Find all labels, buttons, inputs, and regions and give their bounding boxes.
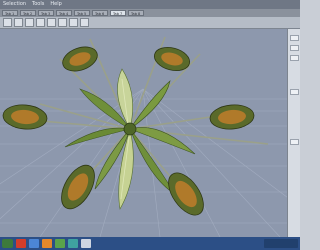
tool-button-7[interactable]: [69, 18, 78, 27]
app-icon-2[interactable]: [68, 239, 78, 248]
tool-button-3[interactable]: [25, 18, 34, 27]
tab-3[interactable]: Tab 3: [38, 10, 54, 16]
scene-svg: [0, 29, 287, 237]
panel-item-4[interactable]: [290, 89, 299, 95]
tab-1[interactable]: Tab 1: [2, 10, 18, 16]
tool-button-2[interactable]: [14, 18, 23, 27]
folder-icon[interactable]: [29, 239, 39, 248]
tab-7[interactable]: Tab 7: [110, 10, 126, 16]
tab-2[interactable]: Tab 2: [20, 10, 36, 16]
tool-button-5[interactable]: [47, 18, 56, 27]
browser-icon[interactable]: [16, 239, 26, 248]
menu-help[interactable]: Help: [50, 0, 61, 9]
plant-center: [123, 122, 137, 136]
tool-button-1[interactable]: [3, 18, 12, 27]
app-icon[interactable]: [55, 239, 65, 248]
menu-tools[interactable]: Tools: [32, 0, 44, 9]
right-panel: [287, 29, 300, 237]
menu-bar: Selection Tools Help: [0, 0, 300, 9]
toolbar: [0, 17, 300, 29]
system-tray: [264, 239, 298, 248]
tab-8[interactable]: Tab 8: [128, 10, 144, 16]
app-icon-3[interactable]: [81, 239, 91, 248]
tool-button-6[interactable]: [58, 18, 67, 27]
panel-item-1[interactable]: [290, 35, 299, 41]
tab-strip: Tab 1 Tab 2 Tab 3 Tab 4 Tab 5 Tab 6 Tab …: [0, 9, 300, 17]
3d-viewport[interactable]: [0, 29, 287, 237]
tab-5[interactable]: Tab 5: [74, 10, 90, 16]
tab-6[interactable]: Tab 6: [92, 10, 108, 16]
tool-button-4[interactable]: [36, 18, 45, 27]
panel-item-2[interactable]: [290, 45, 299, 51]
start-button-icon[interactable]: [2, 239, 13, 248]
menu-selection[interactable]: Selection: [3, 0, 26, 9]
tool-button-8[interactable]: [80, 18, 89, 27]
panel-item-5[interactable]: [290, 139, 299, 145]
media-icon[interactable]: [42, 239, 52, 248]
taskbar: [0, 237, 300, 250]
panel-item-3[interactable]: [290, 55, 299, 61]
tab-4[interactable]: Tab 4: [56, 10, 72, 16]
